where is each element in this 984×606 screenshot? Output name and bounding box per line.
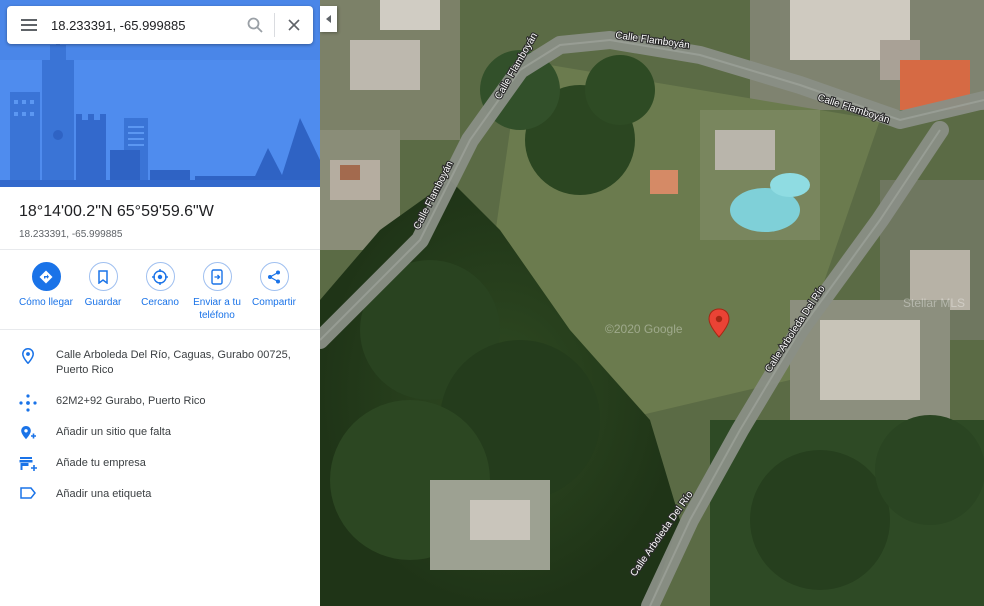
place-subtitle: 18.233391, -65.999885: [19, 229, 123, 240]
add-label-row[interactable]: Añadir una etiqueta: [0, 487, 320, 502]
place-title: 18°14'00.2"N 65°59'59.6"W: [19, 203, 214, 220]
add-missing-place-row[interactable]: Añadir un sitio que falta: [0, 425, 320, 441]
add-missing-place-text: Añadir un sitio que falta: [56, 426, 171, 438]
save-label: Guardar: [84, 297, 122, 308]
search-input[interactable]: [51, 10, 236, 40]
satellite-map: Calle Flamboyán Calle Flamboyán Calle Fl…: [320, 0, 984, 606]
add-business-text: Añade tu empresa: [56, 457, 146, 469]
map-view[interactable]: Calle Flamboyán Calle Flamboyán Calle Fl…: [320, 0, 984, 606]
watermark: Stellar MLS: [903, 296, 965, 310]
plus-code-icon: [19, 394, 37, 412]
place-header: 18°14'00.2"N 65°59'59.6"W 18.233391, -65…: [19, 202, 309, 240]
label-icon: [20, 487, 36, 499]
send-to-phone-button[interactable]: Enviar a tu teléfono: [187, 262, 247, 322]
send-to-phone-icon: [211, 268, 223, 285]
nearby-icon: [152, 268, 168, 285]
nearby-button[interactable]: Cercano: [130, 262, 190, 309]
hamburger-menu-icon: [21, 19, 37, 31]
share-label: Compartir: [252, 297, 296, 308]
side-panel: 18°14'00.2"N 65°59'59.6"W 18.233391, -65…: [0, 0, 320, 606]
divider: [0, 329, 320, 330]
search-icon: [247, 17, 263, 33]
bookmark-icon: [98, 269, 108, 284]
plus-code-row[interactable]: 62M2+92 Gurabo, Puerto Rico: [0, 394, 320, 412]
collapse-panel-button[interactable]: [320, 6, 337, 32]
send-to-phone-label: Enviar a tu teléfono: [193, 297, 241, 321]
share-button[interactable]: Compartir: [244, 262, 304, 309]
add-label-text: Añadir una etiqueta: [56, 488, 152, 500]
add-business-row[interactable]: Añade tu empresa: [0, 456, 320, 472]
add-place-icon: [21, 426, 36, 440]
share-icon: [268, 270, 280, 283]
save-button[interactable]: Guardar: [73, 262, 133, 309]
address-row[interactable]: Calle Arboleda Del Río, Caguas, Gurabo 0…: [0, 348, 320, 378]
menu-button[interactable]: [7, 6, 51, 44]
watermark: ©2020 Google: [605, 322, 683, 336]
location-pin-icon: [22, 348, 34, 364]
directions-button[interactable]: Cómo llegar: [16, 262, 76, 309]
close-icon: [288, 19, 300, 31]
plus-code-text: 62M2+92 Gurabo, Puerto Rico: [56, 395, 206, 407]
action-bar: Cómo llegar Guardar Cercano Enviar a tu …: [0, 262, 320, 326]
directions-label: Cómo llegar: [19, 297, 73, 308]
add-business-icon: [19, 457, 37, 471]
search-button[interactable]: [236, 6, 274, 44]
directions-icon: [39, 270, 53, 283]
address-text: Calle Arboleda Del Río, Caguas, Gurabo 0…: [56, 349, 291, 376]
divider: [0, 249, 320, 250]
nearby-label: Cercano: [141, 297, 179, 308]
clear-search-button[interactable]: [275, 6, 313, 44]
search-box: [7, 6, 313, 44]
caret-left-icon: [325, 15, 331, 23]
